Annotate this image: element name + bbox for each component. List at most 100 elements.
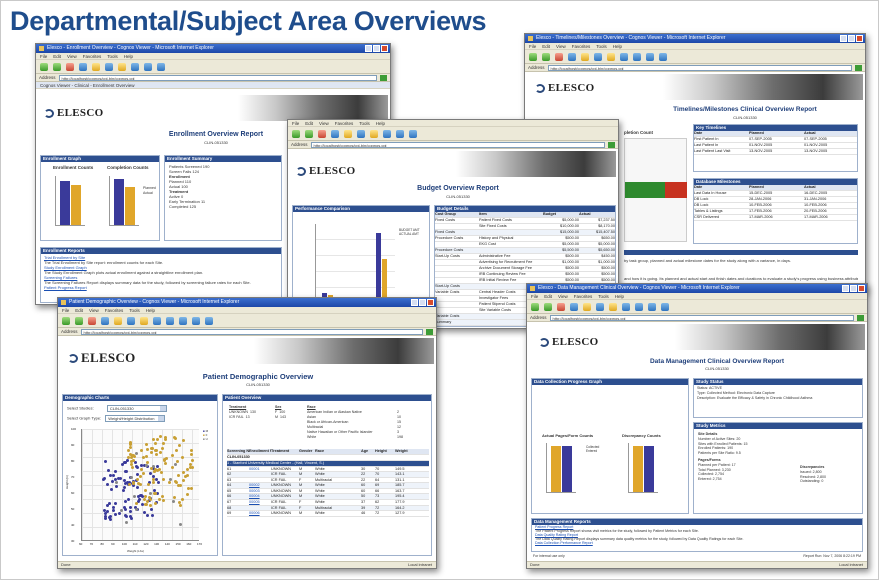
history-icon[interactable]: [620, 52, 628, 61]
minimize-icon[interactable]: [840, 35, 847, 42]
enrollment-number-link[interactable]: 00006: [249, 511, 271, 516]
print-icon[interactable]: [646, 52, 654, 61]
menu-help[interactable]: Help: [146, 308, 155, 313]
menu-favorites[interactable]: Favorites: [83, 54, 102, 59]
print-icon[interactable]: [409, 129, 417, 138]
menu-tools[interactable]: Tools: [129, 308, 140, 313]
menu-file[interactable]: File: [62, 308, 69, 313]
mail-icon[interactable]: [144, 62, 152, 71]
address-input[interactable]: http://localhost/cognos/cgi-bin/cognos.c…: [80, 328, 423, 335]
history-icon[interactable]: [131, 62, 139, 71]
search-icon[interactable]: [357, 129, 365, 138]
menu-favorites[interactable]: Favorites: [335, 121, 354, 126]
stop-icon[interactable]: [557, 302, 565, 311]
stop-icon[interactable]: [318, 129, 326, 138]
viewer-tab[interactable]: Cognos Viewer - Clinical - Enrollment Ov…: [36, 82, 390, 89]
fullscreen-icon[interactable]: [661, 302, 669, 311]
graph-type-select[interactable]: Weight/Height Distribution: [105, 415, 166, 422]
print-icon[interactable]: [179, 316, 187, 325]
menu-help[interactable]: Help: [613, 44, 622, 49]
mail-icon[interactable]: [635, 302, 643, 311]
history-icon[interactable]: [622, 302, 630, 311]
menu-file[interactable]: File: [531, 294, 538, 299]
history-icon[interactable]: [153, 316, 161, 325]
address-input[interactable]: http://localhost/cognos/cgi-bin/cognos.c…: [547, 64, 852, 71]
stop-icon[interactable]: [66, 62, 74, 71]
forward-icon[interactable]: [305, 129, 313, 138]
minimize-icon[interactable]: [842, 285, 849, 292]
menu-tools[interactable]: Tools: [596, 44, 607, 49]
refresh-icon[interactable]: [331, 129, 339, 138]
menu-file[interactable]: File: [529, 44, 536, 49]
forward-icon[interactable]: [544, 302, 552, 311]
menu-view[interactable]: View: [558, 294, 568, 299]
enrollment-number-link[interactable]: 00002: [249, 483, 271, 488]
favorites-icon[interactable]: [607, 52, 615, 61]
go-button[interactable]: [426, 328, 433, 335]
search-icon[interactable]: [596, 302, 604, 311]
back-icon[interactable]: [531, 302, 539, 311]
menu-tools[interactable]: Tools: [359, 121, 370, 126]
menu-edit[interactable]: Edit: [544, 294, 552, 299]
mail-icon[interactable]: [633, 52, 641, 61]
menu-help[interactable]: Help: [376, 121, 385, 126]
mail-icon[interactable]: [396, 129, 404, 138]
menu-tools[interactable]: Tools: [107, 54, 118, 59]
print-icon[interactable]: [157, 62, 165, 71]
mail-icon[interactable]: [166, 316, 174, 325]
history-icon[interactable]: [383, 129, 391, 138]
refresh-icon[interactable]: [79, 62, 87, 71]
menu-view[interactable]: View: [319, 121, 329, 126]
refresh-icon[interactable]: [101, 316, 109, 325]
maximize-icon[interactable]: [373, 45, 380, 52]
home-icon[interactable]: [114, 316, 122, 325]
menu-edit[interactable]: Edit: [542, 44, 550, 49]
menu-help[interactable]: Help: [124, 54, 133, 59]
stop-icon[interactable]: [555, 52, 563, 61]
back-icon[interactable]: [40, 62, 48, 71]
menu-view[interactable]: View: [556, 44, 566, 49]
menu-view[interactable]: View: [67, 54, 77, 59]
edit-icon[interactable]: [205, 316, 213, 325]
fullscreen-icon[interactable]: [659, 52, 667, 61]
menu-edit[interactable]: Edit: [75, 308, 83, 313]
home-icon[interactable]: [92, 62, 100, 71]
menu-favorites[interactable]: Favorites: [105, 308, 124, 313]
close-icon[interactable]: [381, 45, 388, 52]
enrollment-number-link[interactable]: 00003: [249, 489, 271, 494]
forward-icon[interactable]: [53, 62, 61, 71]
stop-icon[interactable]: [88, 316, 96, 325]
go-button[interactable]: [857, 314, 864, 321]
favorites-icon[interactable]: [609, 302, 617, 311]
maximize-icon[interactable]: [850, 285, 857, 292]
print-icon[interactable]: [648, 302, 656, 311]
close-icon[interactable]: [856, 35, 863, 42]
back-icon[interactable]: [292, 129, 300, 138]
menu-file[interactable]: File: [292, 121, 299, 126]
forward-icon[interactable]: [542, 52, 550, 61]
menu-view[interactable]: View: [89, 308, 99, 313]
search-icon[interactable]: [594, 52, 602, 61]
enrollment-number-link[interactable]: 00004: [249, 494, 271, 499]
menu-edit[interactable]: Edit: [53, 54, 61, 59]
home-icon[interactable]: [583, 302, 591, 311]
address-input[interactable]: http://localhost/cognos/cgi-bin/cognos.c…: [549, 314, 854, 321]
report-link[interactable]: Patient Progress Report: [44, 285, 278, 290]
address-input[interactable]: http://localhost/cognos/cgi-bin/cognos.c…: [58, 74, 377, 81]
refresh-icon[interactable]: [570, 302, 578, 311]
favorites-icon[interactable]: [118, 62, 126, 71]
menu-edit[interactable]: Edit: [305, 121, 313, 126]
enrollment-number-link[interactable]: 00005: [249, 500, 271, 505]
minimize-icon[interactable]: [365, 45, 372, 52]
favorites-icon[interactable]: [140, 316, 148, 325]
go-button[interactable]: [380, 74, 387, 81]
address-input[interactable]: http://localhost/cognos/cgi-bin/cognos.c…: [310, 141, 605, 148]
close-icon[interactable]: [427, 299, 434, 306]
go-button[interactable]: [608, 141, 615, 148]
refresh-icon[interactable]: [568, 52, 576, 61]
study-select[interactable]: CLIN-051330: [106, 405, 167, 412]
fullscreen-icon[interactable]: [192, 316, 200, 325]
menu-favorites[interactable]: Favorites: [572, 44, 591, 49]
back-icon[interactable]: [62, 316, 70, 325]
maximize-icon[interactable]: [419, 299, 426, 306]
